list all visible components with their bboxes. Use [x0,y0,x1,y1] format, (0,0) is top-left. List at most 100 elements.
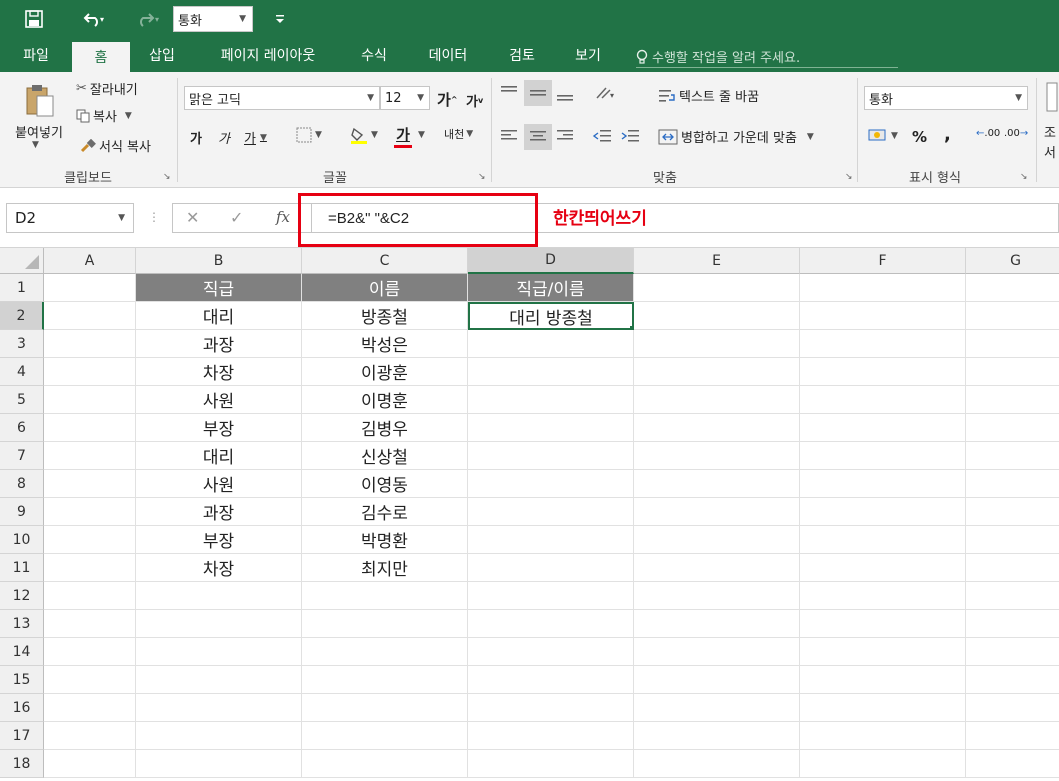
cell-g5[interactable] [966,386,1059,414]
tab-insert[interactable]: 삽입 [138,38,186,72]
cell-d16[interactable] [468,694,634,722]
undo-icon[interactable]: ▾ [76,6,112,32]
cell-g4[interactable] [966,358,1059,386]
cell-c15[interactable] [302,666,468,694]
cell-b16[interactable] [136,694,302,722]
cancel-icon[interactable]: ✕ [186,208,199,227]
cell-e13[interactable] [634,610,800,638]
font-size-dropdown[interactable]: 12 ▼ [380,86,430,110]
cell-c7[interactable]: 신상철 [302,442,468,470]
cell-c6[interactable]: 김병우 [302,414,468,442]
cell-f4[interactable] [800,358,966,386]
cell-e11[interactable] [634,554,800,582]
cell-f5[interactable] [800,386,966,414]
cell-c2[interactable]: 방종철 [302,302,468,330]
cell-d8[interactable] [468,470,634,498]
cell-a1[interactable] [44,274,136,302]
customize-toolbar-icon[interactable] [270,6,290,32]
cell-c11[interactable]: 최지만 [302,554,468,582]
tab-view[interactable]: 보기 [564,38,612,72]
cell-f10[interactable] [800,526,966,554]
cell-e10[interactable] [634,526,800,554]
align-top-icon[interactable] [500,84,518,100]
cell-a14[interactable] [44,638,136,666]
paste-icon[interactable] [22,80,58,120]
cell-g3[interactable] [966,330,1059,358]
align-left-icon[interactable] [500,128,518,144]
cell-f6[interactable] [800,414,966,442]
cell-b9[interactable]: 과장 [136,498,302,526]
cell-f16[interactable] [800,694,966,722]
cell-e1[interactable] [634,274,800,302]
column-header-a[interactable]: A [44,248,136,274]
cell-c3[interactable]: 박성은 [302,330,468,358]
cell-f15[interactable] [800,666,966,694]
cell-e14[interactable] [634,638,800,666]
cell-f9[interactable] [800,498,966,526]
cell-g7[interactable] [966,442,1059,470]
cell-a16[interactable] [44,694,136,722]
align-middle-icon[interactable] [524,80,552,106]
font-launcher-icon[interactable]: ↘ [478,172,486,182]
row-header-8[interactable]: 8 [0,470,44,498]
paste-button[interactable]: 붙여넣기 [6,122,72,141]
orientation-icon[interactable]: ▾ [594,84,616,102]
cell-e6[interactable] [634,414,800,442]
accounting-format-button[interactable]: ▼ [868,128,898,144]
cell-f13[interactable] [800,610,966,638]
cell-d15[interactable] [468,666,634,694]
cell-g1[interactable] [966,274,1059,302]
cell-e7[interactable] [634,442,800,470]
row-header-17[interactable]: 17 [0,722,44,750]
cell-b2[interactable]: 대리 [136,302,302,330]
cell-g11[interactable] [966,554,1059,582]
cell-a9[interactable] [44,498,136,526]
row-header-12[interactable]: 12 [0,582,44,610]
decrease-font-size-icon[interactable]: 가v [466,91,483,110]
cell-e8[interactable] [634,470,800,498]
cell-a11[interactable] [44,554,136,582]
cell-g10[interactable] [966,526,1059,554]
row-header-10[interactable]: 10 [0,526,44,554]
row-header-11[interactable]: 11 [0,554,44,582]
cell-c8[interactable]: 이영동 [302,470,468,498]
cell-a18[interactable] [44,750,136,778]
decrease-decimal-button[interactable]: .00 → [1004,128,1028,139]
comma-style-button[interactable]: , [944,124,951,145]
cell-a7[interactable] [44,442,136,470]
cell-f1[interactable] [800,274,966,302]
cell-c17[interactable] [302,722,468,750]
cell-g9[interactable] [966,498,1059,526]
cell-a3[interactable] [44,330,136,358]
conditional-format-icon[interactable] [1046,82,1058,112]
row-header-1[interactable]: 1 [0,274,44,302]
cell-a2[interactable] [44,302,136,330]
cell-g14[interactable] [966,638,1059,666]
cell-b14[interactable] [136,638,302,666]
font-color-button[interactable]: 가 [394,124,412,148]
cell-b1[interactable]: 직급 [136,274,302,302]
select-all-corner[interactable] [0,248,44,274]
cell-b8[interactable]: 사원 [136,470,302,498]
row-header-13[interactable]: 13 [0,610,44,638]
increase-font-size-icon[interactable]: 가 ^ [437,89,458,110]
tab-formulas[interactable]: 수식 [350,38,398,72]
borders-button[interactable]: ▼ [296,127,322,143]
cell-g17[interactable] [966,722,1059,750]
cell-f7[interactable] [800,442,966,470]
bold-button[interactable]: 가 [190,128,202,147]
row-header-14[interactable]: 14 [0,638,44,666]
cell-e9[interactable] [634,498,800,526]
cell-e16[interactable] [634,694,800,722]
cell-e4[interactable] [634,358,800,386]
cell-a10[interactable] [44,526,136,554]
cell-d13[interactable] [468,610,634,638]
row-header-2[interactable]: 2 [0,302,44,330]
cell-b6[interactable]: 부장 [136,414,302,442]
cell-g13[interactable] [966,610,1059,638]
cell-g8[interactable] [966,470,1059,498]
column-header-d[interactable]: D [468,248,634,274]
phonetic-button[interactable]: 내천 ▼ [444,126,473,142]
row-header-7[interactable]: 7 [0,442,44,470]
cell-f11[interactable] [800,554,966,582]
